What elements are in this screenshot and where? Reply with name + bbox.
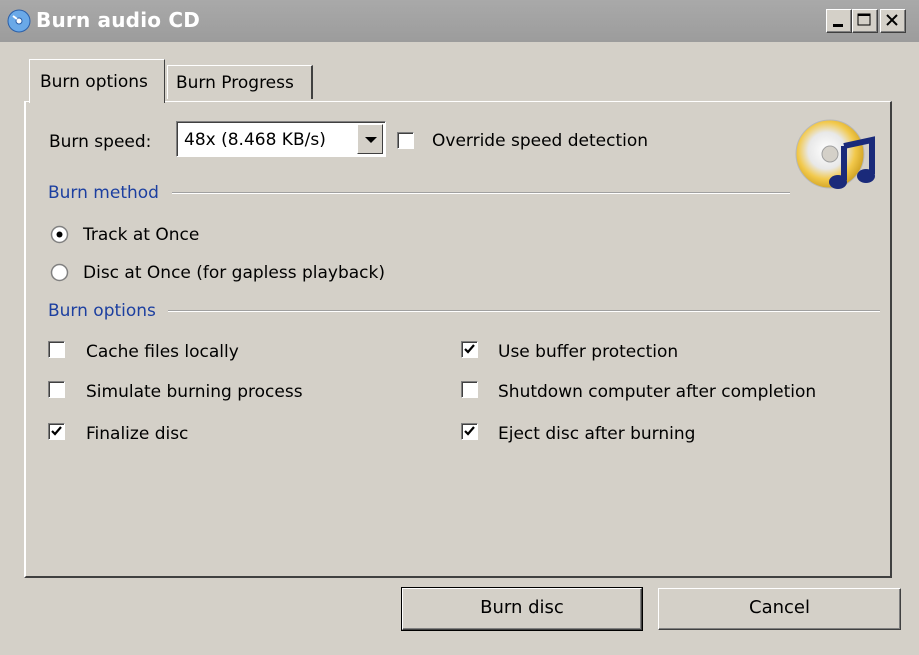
close-button[interactable] bbox=[880, 9, 906, 33]
burn-method-heading: Burn method bbox=[48, 183, 159, 203]
override-speed-checkbox[interactable] bbox=[397, 132, 414, 149]
shutdown-computer-checkbox[interactable] bbox=[461, 381, 478, 398]
checkmark-icon bbox=[464, 426, 475, 436]
finalize-disc-checkbox[interactable] bbox=[48, 423, 65, 440]
shutdown-computer-label: Shutdown computer after completion bbox=[498, 382, 817, 402]
checkmark-icon bbox=[464, 344, 475, 354]
buffer-protection-checkbox[interactable] bbox=[461, 341, 478, 358]
track-at-once-radio[interactable] bbox=[50, 225, 69, 244]
buffer-protection-label: Use buffer protection bbox=[498, 342, 679, 362]
title-bar[interactable]: Burn audio CD bbox=[0, 0, 919, 42]
burn-speed-label: Burn speed: bbox=[49, 132, 152, 152]
burn-options-divider bbox=[168, 310, 880, 312]
burn-options-heading: Burn options bbox=[48, 301, 156, 321]
maximize-button[interactable] bbox=[852, 9, 878, 33]
disc-at-once-label: Disc at Once (for gapless playback) bbox=[83, 263, 386, 283]
burn-method-divider bbox=[172, 192, 790, 194]
cancel-button[interactable]: Cancel bbox=[658, 588, 901, 630]
burn-speed-dropdown-button[interactable] bbox=[357, 124, 383, 154]
checkmark-icon bbox=[51, 426, 62, 436]
burn-speed-value: 48x (8.468 KB/s) bbox=[184, 130, 326, 150]
tab-burn-options[interactable]: Burn options bbox=[29, 59, 165, 103]
tab-panel bbox=[24, 101, 892, 578]
eject-disc-label: Eject disc after burning bbox=[498, 424, 696, 444]
maximize-icon bbox=[857, 13, 871, 26]
close-icon bbox=[886, 14, 898, 26]
cache-files-label: Cache files locally bbox=[86, 342, 239, 362]
cd-app-icon bbox=[6, 8, 34, 34]
simulate-burning-label: Simulate burning process bbox=[86, 382, 303, 402]
tab-burn-progress[interactable]: Burn Progress bbox=[167, 65, 313, 99]
track-at-once-label: Track at Once bbox=[83, 225, 200, 245]
minimize-button[interactable] bbox=[826, 9, 852, 33]
finalize-disc-label: Finalize disc bbox=[86, 424, 189, 444]
override-speed-label: Override speed detection bbox=[432, 131, 649, 151]
tab-burn-progress-label: Burn Progress bbox=[176, 73, 294, 93]
disc-at-once-radio[interactable] bbox=[50, 263, 69, 282]
audio-cd-logo bbox=[792, 116, 880, 196]
chevron-down-icon bbox=[365, 137, 377, 143]
eject-disc-checkbox[interactable] bbox=[461, 423, 478, 440]
burn-speed-select[interactable]: 48x (8.468 KB/s) bbox=[176, 121, 386, 157]
cache-files-checkbox[interactable] bbox=[48, 341, 65, 358]
tab-burn-options-label: Burn options bbox=[40, 72, 148, 92]
simulate-burning-checkbox[interactable] bbox=[48, 381, 65, 398]
burn-audio-cd-dialog: Burn audio CD Burn options Burn Progress… bbox=[0, 0, 919, 655]
window-title: Burn audio CD bbox=[36, 8, 201, 32]
minimize-icon bbox=[833, 24, 843, 27]
burn-disc-button[interactable]: Burn disc bbox=[401, 587, 643, 631]
